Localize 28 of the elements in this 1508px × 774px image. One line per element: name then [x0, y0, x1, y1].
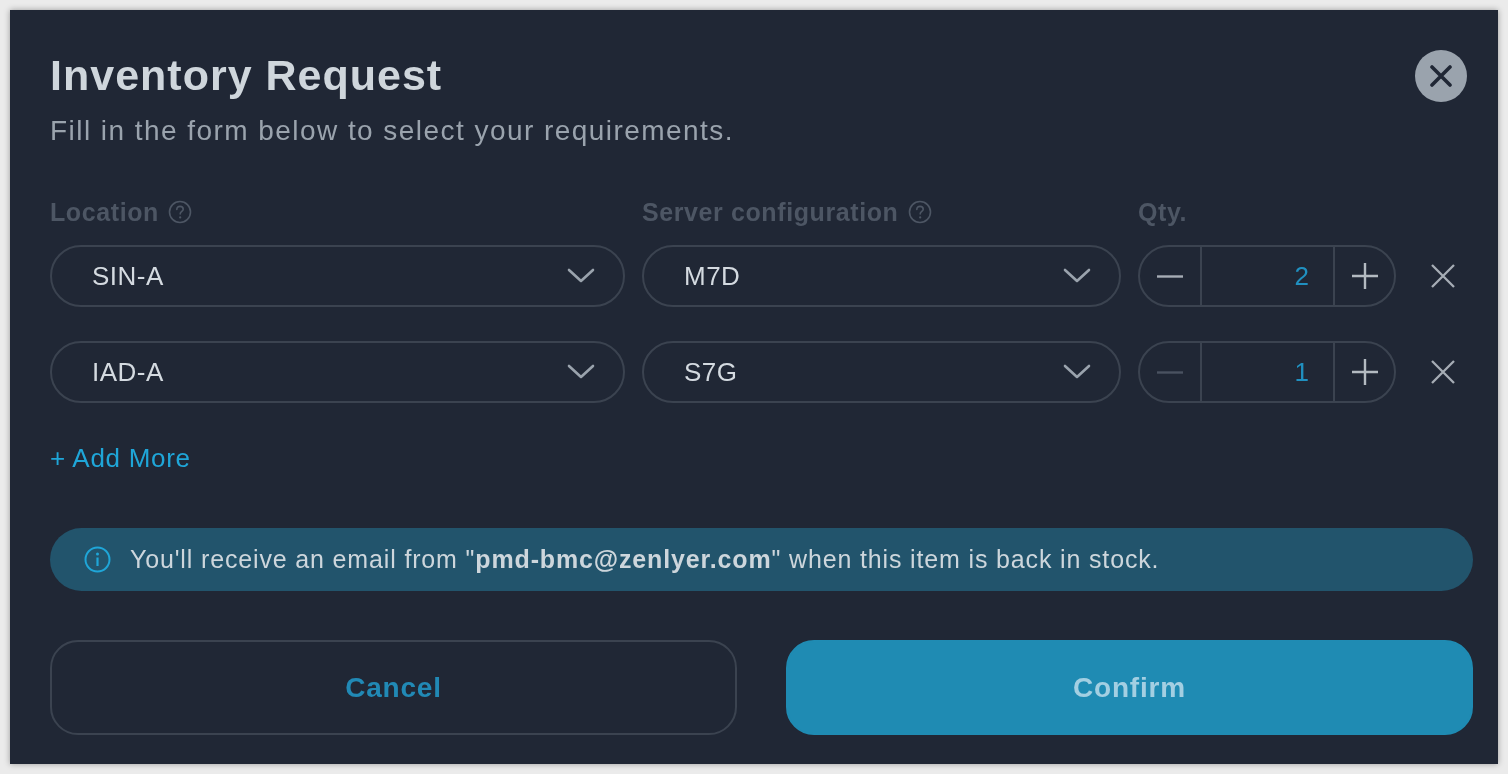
info-message: You'll receive an email from "pmd-bmc@zenlyer.com" when this item is back in stock.: [130, 543, 1160, 575]
chevron-down-icon: [1063, 268, 1091, 284]
minus-icon: [1157, 274, 1183, 278]
dialog-subtitle: Fill in the form below to select your requirements.: [50, 114, 734, 148]
chevron-down-icon: [567, 268, 595, 284]
close-icon: [1431, 264, 1455, 288]
chevron-down-icon: [567, 364, 595, 380]
location-dropdown[interactable]: IAD-A: [50, 341, 625, 403]
configuration-dropdown[interactable]: M7D: [642, 245, 1121, 307]
location-dropdown[interactable]: SIN-A: [50, 245, 625, 307]
close-icon: [1430, 65, 1452, 87]
quantity-field[interactable]: 1: [1200, 341, 1335, 403]
increase-button[interactable]: [1333, 245, 1396, 307]
close-icon: [1431, 360, 1455, 384]
plus-icon: [1351, 263, 1378, 289]
info-icon: [84, 546, 111, 573]
increase-button[interactable]: [1333, 341, 1396, 403]
add-more-link[interactable]: + Add More: [50, 441, 191, 475]
chevron-down-icon: [1063, 364, 1091, 380]
configuration-dropdown[interactable]: S7G: [642, 341, 1121, 403]
plus-icon: [1351, 359, 1378, 385]
minus-icon: [1157, 370, 1183, 374]
cancel-button[interactable]: Cancel: [50, 640, 737, 735]
remove-row-button[interactable]: [1431, 264, 1455, 288]
remove-row-button[interactable]: [1431, 360, 1455, 384]
quantity-field[interactable]: 2: [1200, 245, 1335, 307]
dialog-title: Inventory Request: [50, 50, 444, 100]
close-button[interactable]: [1415, 50, 1467, 102]
